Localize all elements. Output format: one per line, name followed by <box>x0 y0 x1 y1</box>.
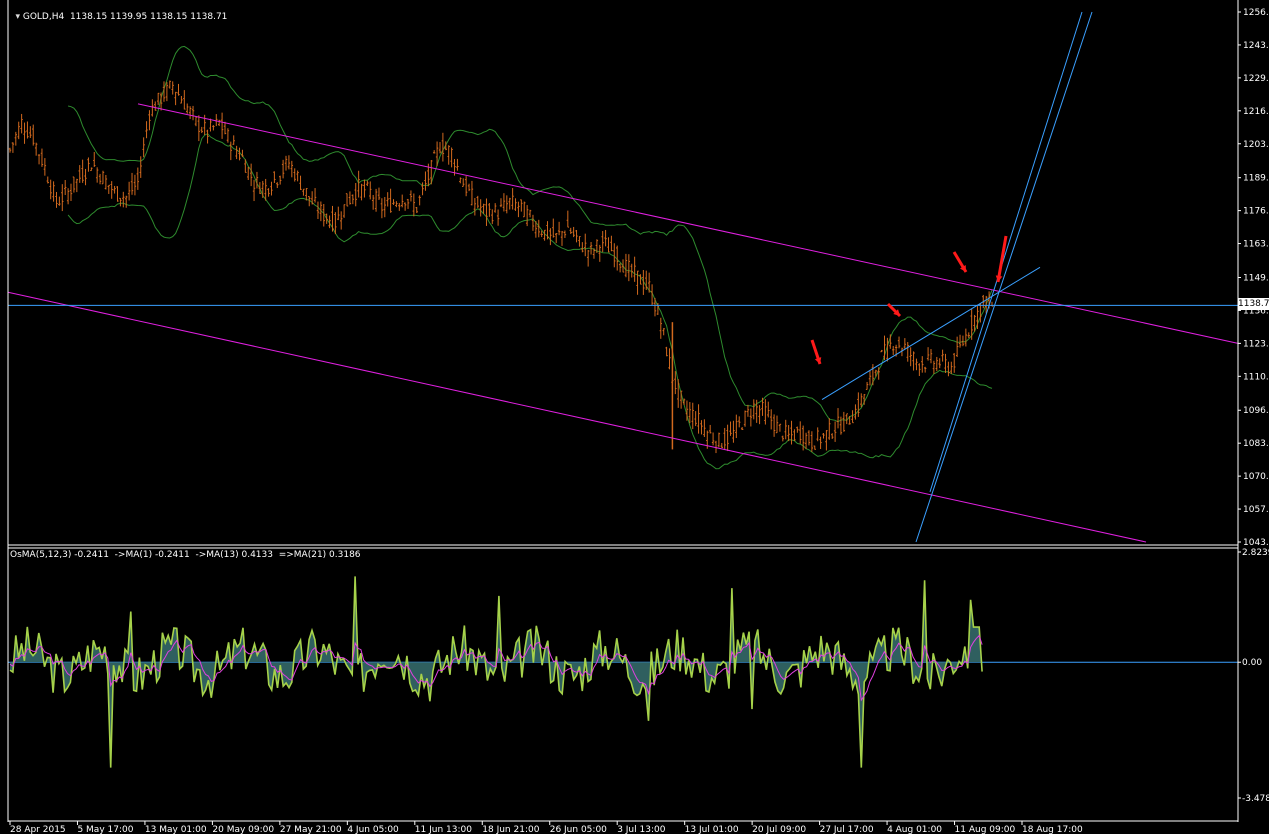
x-tick-label: 18 Aug 17:00 <box>1022 825 1083 834</box>
x-tick-label: 4 Aug 01:00 <box>887 825 942 834</box>
x-tick-label: 13 Jul 01:00 <box>685 825 739 834</box>
steep-trendline-b <box>929 11 1083 492</box>
x-tick-label: 3 Jul 13:00 <box>617 825 666 834</box>
y-tick-label: 1083.5 <box>1243 439 1269 449</box>
dropdown-triangle-icon[interactable]: ▾ <box>15 12 20 22</box>
bollinger-bands <box>67 45 993 470</box>
price-chart[interactable]: 1256.3 1243.1 1229.9 1216.7 1203.5 1189.9 1176… <box>0 0 1269 834</box>
y-tick-label: 1163.5 <box>1243 240 1269 250</box>
x-tick-label: 26 Jun 05:00 <box>550 825 607 834</box>
y-tick-label: 1043.9 <box>1243 538 1269 548</box>
x-tick-label: 20 Jul 09:00 <box>752 825 806 834</box>
x-tick-label: 11 Aug 09:00 <box>955 825 1016 834</box>
drawn-trendlines <box>7 11 1239 543</box>
y-tick-label: 1189.9 <box>1243 174 1269 184</box>
price-bars <box>8 80 994 454</box>
y-tick-label: 1243.1 <box>1243 41 1269 51</box>
osc-tick-label: 0.00 <box>1242 658 1262 668</box>
channel-upper-line <box>137 103 1239 344</box>
ohlc-values: 1138.15 1139.95 1138.15 1138.71 <box>69 12 228 22</box>
bollinger-lower <box>67 133 993 470</box>
x-tick-label: 4 Jun 05:00 <box>347 825 399 834</box>
x-tick-label: 11 Jun 13:00 <box>415 825 472 834</box>
x-tick-label: 5 May 17:00 <box>77 825 133 834</box>
rising-trendline <box>821 266 1041 400</box>
y-tick-label: 1110.3 <box>1243 372 1269 382</box>
y-tick-label: 1176.7 <box>1243 207 1269 217</box>
osc-header: OsMA(5,12,3) -0.2411 ->MA(1) -0.2411 ->M… <box>10 550 361 560</box>
osma-line <box>9 576 983 768</box>
osc-tick-label: -3.4784 <box>1242 794 1269 804</box>
x-tick-label: 20 May 09:00 <box>212 825 274 834</box>
x-tick-label: 28 Apr 2015 <box>10 825 66 834</box>
y-tick-label: 1096.7 <box>1243 406 1269 416</box>
bollinger-upper <box>67 45 993 423</box>
y-tick-label: 1149.9 <box>1243 273 1269 283</box>
x-tick-label: 27 Jul 17:00 <box>820 825 874 834</box>
steep-trendline-a <box>915 11 1093 543</box>
symbol-label: GOLD,H4 <box>22 12 65 22</box>
axes: 1256.3 1243.1 1229.9 1216.7 1203.5 1189.9 1176… <box>7 0 1269 834</box>
y-tick-label: 1057.1 <box>1243 505 1269 515</box>
x-tick-label: 27 May 21:00 <box>280 825 342 834</box>
y-tick-label: 1229.9 <box>1243 74 1269 84</box>
x-tick-label: 13 May 01:00 <box>145 825 207 834</box>
y-tick-label: 1123.5 <box>1243 339 1269 349</box>
trading-chart-window: 1256.3 1243.1 1229.9 1216.7 1203.5 1189.9 1176… <box>0 0 1269 834</box>
y-tick-label: 1070.3 <box>1243 472 1269 482</box>
osma-panel <box>8 576 1238 768</box>
x-tick-label: 18 Jun 21:00 <box>482 825 539 834</box>
current-price-label: 1138.7 <box>1238 298 1269 310</box>
osc-tick-label: 2.8239 <box>1242 548 1269 558</box>
y-tick-label: 1216.7 <box>1243 107 1269 117</box>
y-tick-label: 1203.5 <box>1243 140 1269 150</box>
y-tick-label: 1256.3 <box>1243 8 1269 18</box>
main-header: ▾ GOLD,H4 1138.15 1139.95 1138.15 1138.7… <box>4 2 227 32</box>
